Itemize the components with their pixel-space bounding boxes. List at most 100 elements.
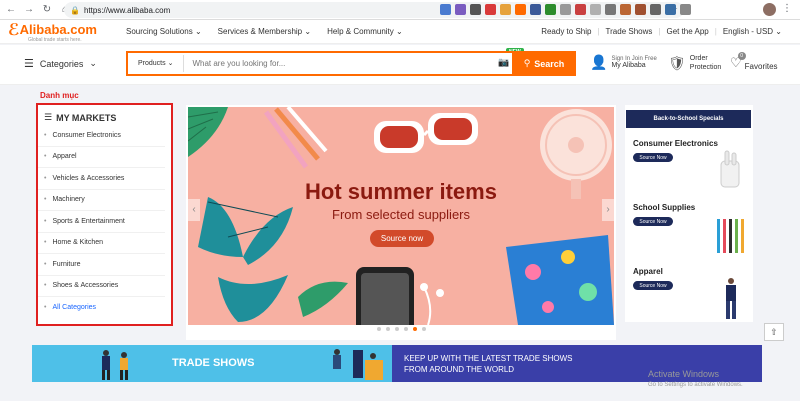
activate-windows-text: Go to Settings to activate Windows.: [648, 382, 743, 388]
extension-icon[interactable]: [575, 4, 586, 15]
order-protection-link[interactable]: 🛡 Order Protection: [668, 54, 728, 72]
browser-menu-icon[interactable]: ⋮: [782, 3, 792, 14]
extension-icon[interactable]: [605, 4, 616, 15]
activate-windows-title: Activate Windows: [648, 369, 720, 379]
main-nav-links: Sourcing Solutions ⌄ Services & Membersh…: [126, 27, 403, 36]
extension-icon[interactable]: [455, 4, 466, 15]
carousel-dot[interactable]: [403, 327, 408, 331]
trade-shows-subtitle: KEEP UP WITH THE LATEST TRADE SHOWS FROM…: [404, 354, 573, 374]
pens-icon: [717, 219, 744, 253]
extension-icon[interactable]: [515, 4, 526, 15]
extension-icon[interactable]: [590, 4, 601, 15]
search-input[interactable]: [192, 59, 493, 68]
extension-icon[interactable]: [485, 4, 496, 15]
link-trade-shows[interactable]: Trade Shows: [606, 27, 653, 36]
hero-banner[interactable]: Hot summer items From selected suppliers…: [188, 107, 614, 325]
camera-search-icon[interactable]: 📷: [498, 57, 509, 68]
annotation-highlight-box: [36, 103, 173, 326]
nav-sourcing-solutions[interactable]: Sourcing Solutions ⌄: [126, 27, 202, 36]
palm-leaf-small-icon: [298, 281, 348, 317]
browser-toolbar: ← → ↻ ⌂ 🔒 https://www.alibaba.com ☆ ⋮: [0, 0, 800, 20]
user-icon: 👤: [590, 54, 608, 70]
nav-services-membership[interactable]: Services & Membership ⌄: [218, 27, 311, 36]
specials-header: Back-to-School Specials: [626, 110, 751, 128]
carousel-dot[interactable]: [421, 327, 426, 331]
search-button[interactable]: ⚲ Search: [512, 51, 576, 76]
extension-icon[interactable]: [500, 4, 511, 15]
extension-icon[interactable]: [470, 4, 481, 15]
url-text: https://www.alibaba.com: [83, 5, 171, 15]
lock-icon: 🔒: [70, 5, 80, 15]
top-navigation: ℰ Alibaba.com Global trade starts here. …: [0, 20, 800, 44]
favorites-count: 0: [737, 51, 746, 60]
banner-title: Hot summer items: [305, 179, 497, 204]
link-ready-to-ship[interactable]: Ready to Ship: [541, 27, 591, 36]
person-apparel-icon: [726, 278, 736, 319]
carousel-dot-active[interactable]: [412, 327, 417, 331]
back-icon[interactable]: ←: [4, 4, 18, 15]
special-school-supplies: School Supplies Source Now: [633, 203, 696, 226]
link-get-the-app[interactable]: Get the App: [666, 27, 708, 36]
source-now-button[interactable]: Source Now: [633, 153, 673, 162]
alibaba-logo[interactable]: ℰ Alibaba.com Global trade starts here.: [8, 22, 97, 44]
palm-leaf-icon: [188, 107, 228, 157]
carousel-prev-arrow[interactable]: ‹: [188, 199, 200, 221]
profile-avatar[interactable]: [763, 3, 776, 16]
swim-shorts-icon: [506, 235, 614, 325]
back-to-school-panel: Back-to-School Specials Consumer Electro…: [625, 105, 753, 322]
extension-icon[interactable]: [560, 4, 571, 15]
nav-help-community[interactable]: Help & Community ⌄: [327, 27, 403, 36]
logo-mark-icon: ℰ: [8, 22, 20, 39]
carousel-next-arrow[interactable]: ›: [602, 199, 614, 221]
logo-text: Alibaba.com: [19, 22, 97, 37]
logo-tagline: Global trade starts here.: [28, 37, 82, 43]
scroll-to-top-icon[interactable]: ⇧: [764, 323, 784, 341]
earphones-icon: [420, 283, 444, 325]
search-row: ☰ Categories ⌄ NEW Products ⌄ 📷 ⚲ Search…: [0, 45, 800, 85]
trade-shows-title: TRADE SHOWS: [172, 357, 255, 369]
search-box: Products ⌄ 📷 ⚲ Search: [126, 51, 576, 76]
carousel-dot[interactable]: [394, 327, 399, 331]
hero-carousel: Hot summer items From selected suppliers…: [186, 105, 616, 340]
utility-links: Ready to Ship | Trade Shows | Get the Ap…: [541, 27, 782, 36]
source-now-button[interactable]: Source Now: [633, 217, 673, 226]
extension-icon[interactable]: [665, 4, 676, 15]
source-now-button[interactable]: Source Now: [633, 281, 673, 290]
extensions-row: [440, 4, 691, 15]
carousel-dot[interactable]: [385, 327, 390, 331]
search-icon: ⚲: [523, 58, 531, 68]
extension-icon[interactable]: [530, 4, 541, 15]
extension-icon[interactable]: [680, 4, 691, 15]
annotation-label: Danh mục: [40, 91, 79, 100]
categories-label: Categories: [39, 58, 84, 69]
sunglasses-icon: [374, 113, 478, 153]
trade-show-booth-illustration: [333, 349, 383, 380]
shield-icon: 🛡: [668, 54, 686, 71]
source-now-button[interactable]: Source now: [370, 230, 434, 247]
special-apparel: Apparel Source Now: [633, 267, 673, 290]
phone-icon: [356, 267, 414, 325]
extension-icon[interactable]: [620, 4, 631, 15]
straws-icon: [263, 107, 328, 169]
heart-icon: ♡ 0: [730, 51, 746, 71]
reload-icon[interactable]: ↻: [40, 4, 54, 15]
categories-menu[interactable]: ☰ Categories ⌄: [24, 57, 97, 70]
my-alibaba-link[interactable]: My Alibaba: [611, 62, 656, 69]
special-consumer-electronics: Consumer Electronics Source Now: [633, 139, 718, 162]
extension-icon[interactable]: [545, 4, 556, 15]
chevron-down-icon: ⌄: [89, 58, 97, 68]
carousel-dots: [186, 327, 616, 331]
language-currency-selector[interactable]: English - USD ⌄: [723, 27, 782, 36]
account-menu[interactable]: 👤 Sign In Join Free My Alibaba: [590, 54, 657, 71]
carousel-dot[interactable]: [376, 327, 381, 331]
search-type-dropdown[interactable]: Products ⌄: [128, 55, 185, 72]
extension-icon[interactable]: [440, 4, 451, 15]
extension-icon[interactable]: [635, 4, 646, 15]
earbuds-icon: [720, 150, 740, 188]
people-illustration: [102, 350, 128, 380]
hamburger-icon: ☰: [24, 58, 34, 70]
banner-subtitle: From selected suppliers: [332, 207, 470, 222]
forward-icon[interactable]: →: [22, 4, 36, 15]
extension-icon[interactable]: [650, 4, 661, 15]
favorites-link[interactable]: ♡ 0 Favorites: [730, 51, 778, 71]
